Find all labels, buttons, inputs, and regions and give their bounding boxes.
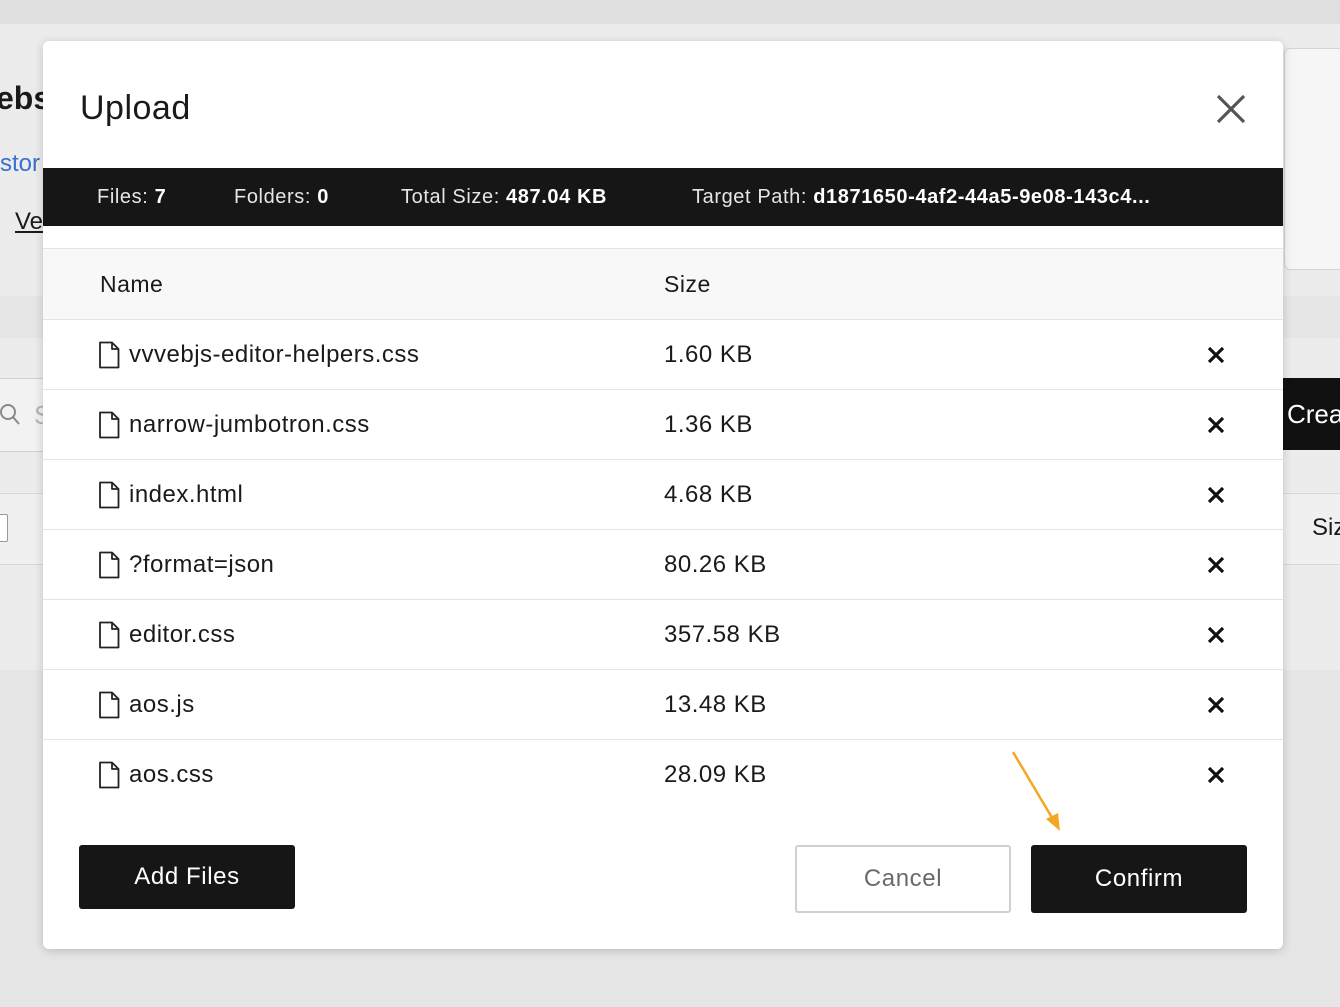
file-name: narrow-jumbotron.css [129, 411, 370, 438]
file-table-header: Name Size [43, 248, 1283, 320]
search-icon [0, 404, 20, 425]
table-row: index.html 4.68 KB [43, 460, 1283, 530]
remove-icon[interactable] [1207, 416, 1225, 434]
file-name: index.html [129, 481, 244, 508]
file-name: editor.css [129, 621, 236, 648]
folders-count: Folders: 0 [234, 186, 329, 208]
file-size: 1.60 KB [664, 341, 753, 368]
upload-dialog: Upload Files: 7 Folders: 0 Total Size: 4… [43, 41, 1283, 949]
background-select-all-checkbox[interactable] [0, 514, 8, 542]
file-icon [99, 341, 120, 369]
file-table: Name Size vvvebjs-editor-helpers.css 1.60… [43, 248, 1283, 809]
file-size: 28.09 KB [664, 761, 767, 788]
background-side-card [1284, 48, 1340, 270]
background-size-header: Siz [1312, 514, 1340, 541]
file-size: 80.26 KB [664, 551, 767, 578]
files-count: Files: 7 [97, 186, 167, 208]
annotation-arrow-icon [1011, 751, 1060, 831]
remove-icon[interactable] [1207, 556, 1225, 574]
total-size: Total Size: 487.04 KB [401, 186, 608, 208]
remove-icon[interactable] [1207, 766, 1225, 784]
table-row: narrow-jumbotron.css 1.36 KB [43, 390, 1283, 460]
add-files-button[interactable]: Add Files [79, 845, 295, 909]
file-icon [99, 621, 120, 649]
remove-icon[interactable] [1207, 696, 1225, 714]
table-row: vvvebjs-editor-helpers.css 1.60 KB [43, 320, 1283, 390]
table-row: aos.js 13.48 KB [43, 670, 1283, 740]
column-header-name: Name [100, 271, 164, 297]
file-icon [99, 761, 120, 789]
table-row: editor.css 357.58 KB [43, 600, 1283, 670]
background-link-2[interactable]: Ve [15, 208, 43, 236]
file-icon [99, 481, 120, 509]
remove-icon[interactable] [1207, 486, 1225, 504]
file-size: 1.36 KB [664, 411, 753, 438]
remove-icon[interactable] [1207, 346, 1225, 364]
file-name: aos.css [129, 761, 214, 788]
file-name: ?format=json [129, 551, 275, 578]
background-create-button[interactable]: Crea [1283, 378, 1340, 450]
background-top-bar [0, 0, 1340, 24]
file-size: 13.48 KB [664, 691, 767, 718]
table-row: ?format=json 80.26 KB [43, 530, 1283, 600]
dialog-title: Upload [80, 89, 191, 127]
confirm-button[interactable]: Confirm [1031, 845, 1247, 913]
file-icon [99, 411, 120, 439]
file-table-body: vvvebjs-editor-helpers.css 1.60 KB narrow-… [43, 320, 1283, 809]
target-path: Target Path: d1871650-4af2-44a5-9e08-143… [692, 186, 1151, 208]
background-link[interactable]: stor [0, 150, 40, 178]
column-header-size: Size [664, 271, 711, 297]
file-icon [99, 691, 120, 719]
file-icon [99, 551, 120, 579]
close-icon[interactable] [1213, 91, 1249, 127]
cancel-button[interactable]: Cancel [795, 845, 1011, 913]
file-name: aos.js [129, 691, 195, 718]
table-row: aos.css 28.09 KB [43, 740, 1283, 809]
remove-icon[interactable] [1207, 626, 1225, 644]
file-size: 357.58 KB [664, 621, 781, 648]
file-name: vvvebjs-editor-helpers.css [129, 341, 420, 368]
upload-summary-bar: Files: 7 Folders: 0 Total Size: 487.04 K… [43, 168, 1283, 226]
file-size: 4.68 KB [664, 481, 753, 508]
